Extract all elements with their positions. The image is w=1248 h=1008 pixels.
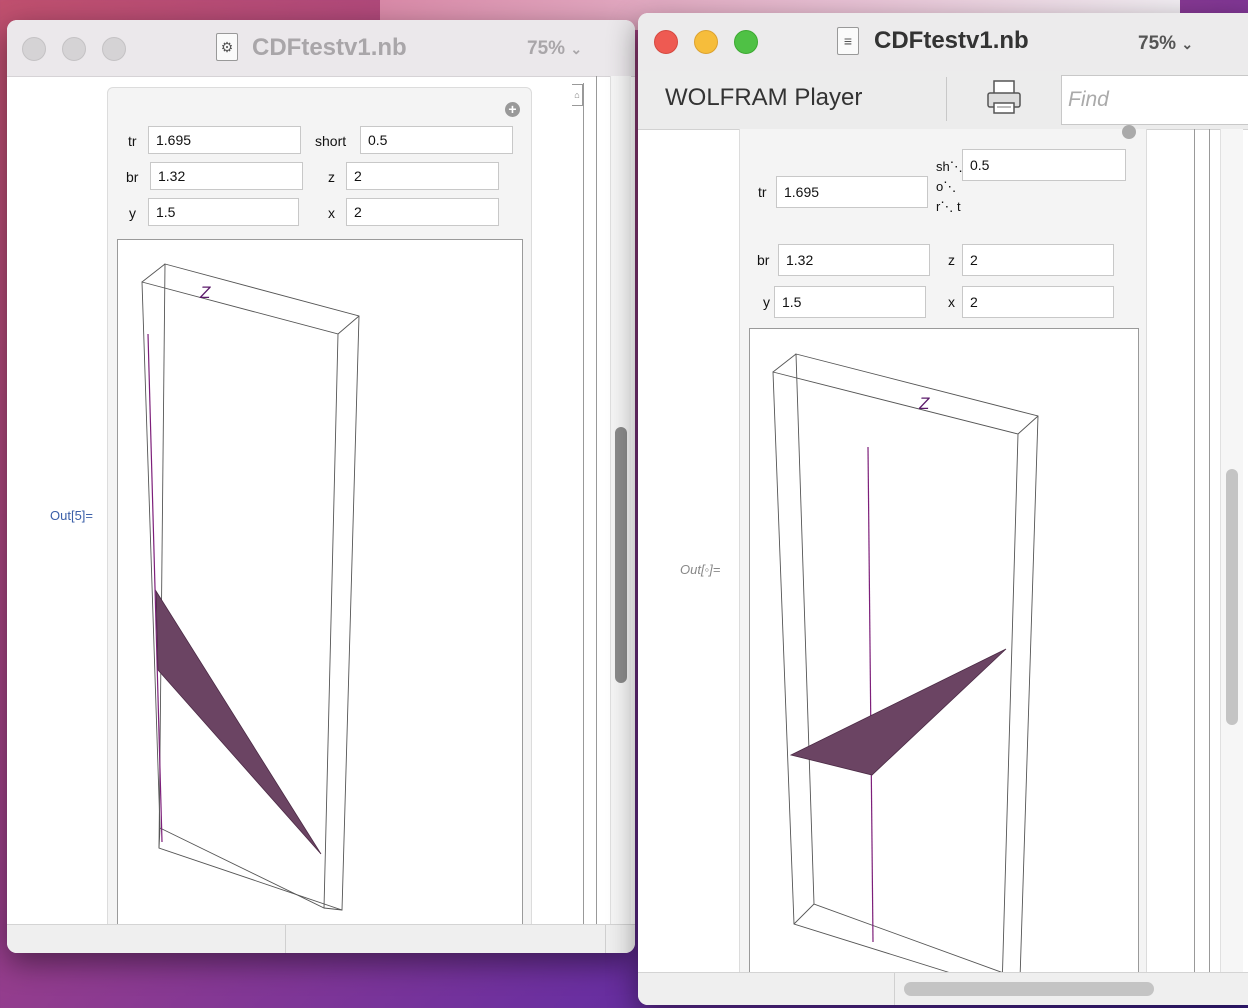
br-input[interactable]: 1.32	[150, 162, 303, 190]
tr-input[interactable]: 1.695	[776, 176, 928, 208]
cell-bracket[interactable]	[583, 83, 584, 925]
short-input[interactable]: 0.5	[962, 149, 1126, 181]
br-input[interactable]: 1.32	[778, 244, 930, 276]
control-label-z: z	[948, 252, 955, 268]
scrollbar-thumb[interactable]	[1226, 469, 1238, 725]
document-icon: ≡	[837, 27, 859, 55]
zoom-level: 75%	[527, 38, 566, 59]
window-title: CDFtestv1.nb	[252, 34, 407, 61]
y-input[interactable]: 1.5	[774, 286, 926, 318]
control-label-x: x	[328, 205, 335, 221]
close-button[interactable]	[654, 30, 678, 54]
zoom-button[interactable]	[734, 30, 758, 54]
control-label-br: br	[757, 252, 770, 268]
manipulate-panel: tr 1.695 sh⋱ o⋱ r⋱ t 0.5 br 1.32 z 2 y 1…	[739, 125, 1147, 990]
axis-label-z: Z	[199, 283, 211, 302]
zoom-button[interactable]	[102, 37, 126, 61]
vertical-scrollbar[interactable]	[1220, 129, 1243, 973]
cell-bracket[interactable]	[1194, 129, 1195, 973]
control-label-br: br	[126, 169, 139, 185]
z-input[interactable]: 2	[346, 162, 499, 190]
bounding-box-front	[141, 281, 339, 909]
manipulate-panel: + tr 1.695 short 0.5 br 1.32 z 2 y 1.5 x…	[107, 87, 532, 953]
3d-plot[interactable]: Z	[117, 239, 523, 953]
chevron-down-icon: ⌄	[570, 41, 583, 57]
control-label-x: x	[948, 294, 955, 310]
zoom-menu[interactable]: 75% ⌄	[527, 38, 582, 60]
3d-plot-graphic: Z	[141, 263, 360, 911]
z-input[interactable]: 2	[962, 244, 1114, 276]
control-label-z: z	[328, 169, 335, 185]
x-input[interactable]: 2	[346, 198, 499, 226]
surface-polygon	[155, 589, 322, 855]
z-axis-line	[147, 333, 163, 843]
find-placeholder: Find	[1068, 88, 1109, 111]
close-button[interactable]	[22, 37, 46, 61]
add-icon[interactable]: +	[505, 102, 520, 117]
vertical-scrollbar[interactable]	[610, 76, 631, 925]
player-toolbar: WOLFRAM Player Find	[638, 71, 1248, 130]
horizontal-scrollbar-thumb[interactable]	[904, 982, 1154, 996]
3d-plot-graphic: Z	[772, 353, 1039, 989]
z-axis-line	[867, 446, 874, 943]
notebook-window-left: ⚙ CDFtestv1.nb 75% ⌄ + tr 1.695 short 0.…	[7, 20, 635, 953]
axis-label-z: Z	[918, 394, 930, 413]
window-title: CDFtestv1.nb	[874, 27, 1029, 54]
find-input[interactable]: Find	[1061, 75, 1248, 125]
control-label-y: y	[763, 294, 770, 310]
control-label-short: sh⋱ o⋱ r⋱ t	[936, 159, 963, 214]
control-label-short: short	[315, 133, 347, 149]
y-input[interactable]: 1.5	[148, 198, 299, 226]
3d-plot[interactable]: Z	[749, 328, 1139, 990]
print-icon[interactable]	[985, 79, 1023, 117]
minimize-button[interactable]	[694, 30, 718, 54]
x-input[interactable]: 2	[962, 286, 1114, 318]
title-bar[interactable]: ⚙ CDFtestv1.nb 75% ⌄	[7, 20, 635, 77]
surface-polygon	[789, 648, 1007, 776]
zoom-level: 75%	[1138, 33, 1177, 54]
bounding-box-front	[772, 371, 1019, 989]
control-label-tr: tr	[128, 133, 137, 149]
wolfram-player-brand: WOLFRAM Player	[665, 84, 863, 111]
notebook-window-right: ≡ CDFtestv1.nb 75% ⌄ WOLFRAM Player Find…	[638, 13, 1248, 1005]
output-label: Out[5]=	[50, 508, 93, 523]
control-label-tr: tr	[758, 184, 767, 200]
short-input[interactable]: 0.5	[360, 126, 513, 154]
add-icon[interactable]	[1122, 125, 1136, 139]
tr-input[interactable]: 1.695	[148, 126, 301, 154]
horizontal-scrollbar[interactable]	[7, 924, 635, 953]
bounding-box-back	[795, 353, 1039, 980]
cell-insert-icon[interactable]: ⌂	[572, 84, 583, 106]
control-label-y: y	[129, 205, 136, 221]
cell-bracket-outer[interactable]	[1209, 129, 1210, 973]
chevron-down-icon: ⌄	[1181, 36, 1194, 52]
zoom-menu[interactable]: 75% ⌄	[1138, 33, 1193, 55]
bounding-box-back	[158, 263, 360, 911]
scrollbar-thumb[interactable]	[615, 427, 627, 683]
minimize-button[interactable]	[62, 37, 86, 61]
cell-bracket-outer[interactable]	[596, 76, 597, 925]
gear-icon: ⚙	[216, 33, 238, 61]
title-bar[interactable]: ≡ CDFtestv1.nb 75% ⌄	[638, 13, 1248, 72]
horizontal-scrollbar[interactable]	[638, 972, 1248, 1005]
output-label: Out[◦]=	[680, 562, 721, 577]
